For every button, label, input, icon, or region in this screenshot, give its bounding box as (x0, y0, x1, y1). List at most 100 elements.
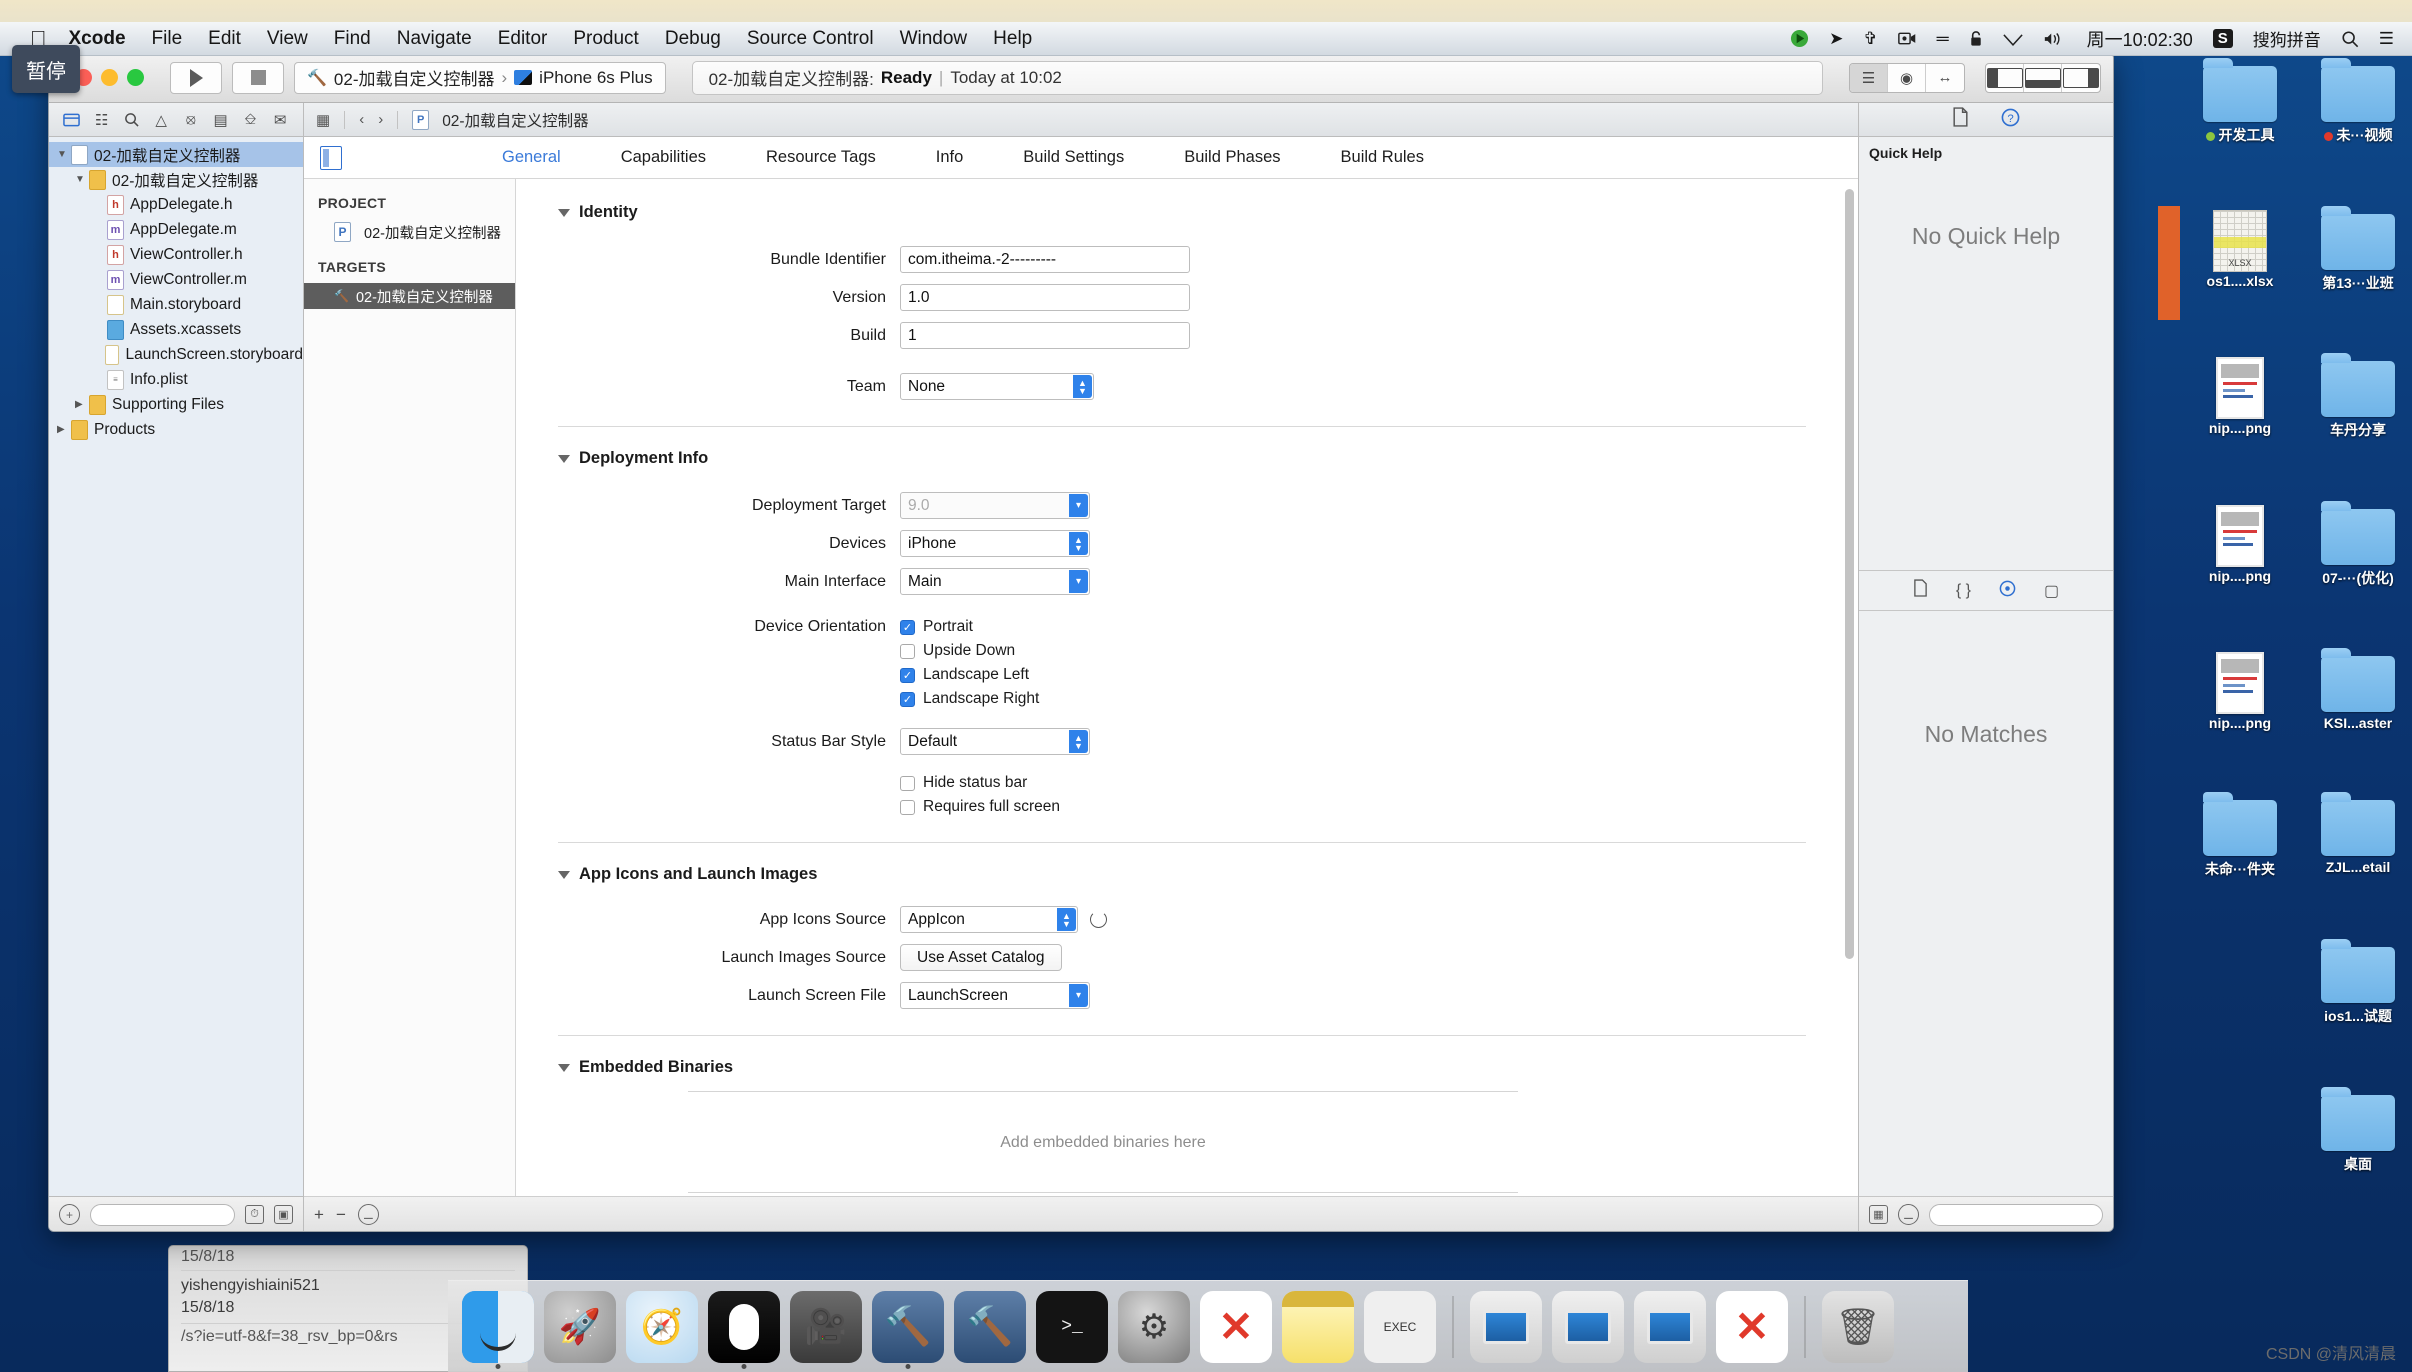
add-target-button[interactable]: + (314, 1205, 324, 1225)
tab-build-settings[interactable]: Build Settings (993, 148, 1154, 167)
desktop-icon[interactable]: 第13···业班 (2302, 205, 2412, 350)
project-file-tree[interactable]: ▼ 02-加载自定义控制器 ▼ 02-加载自定义控制器 h AppDelegate.h m A… (49, 137, 303, 1196)
desktop-icon[interactable]: 桌面 (2302, 1086, 2412, 1231)
menu-item-editor[interactable]: Editor (498, 28, 548, 50)
dock-item-close[interactable]: ✕ (1716, 1290, 1788, 1363)
menu-item-debug[interactable]: Debug (665, 28, 721, 50)
menubar-clock[interactable]: 周一10:02:30 (2087, 26, 2193, 52)
menu-item-find[interactable]: Find (334, 28, 371, 50)
standard-editor-icon[interactable]: ☰ (1850, 63, 1888, 92)
desktop-icon[interactable]: 07-···(优化) (2302, 500, 2412, 645)
hide-status-bar-checkbox[interactable] (900, 775, 915, 791)
menu-item-window[interactable]: Window (900, 28, 968, 50)
tab-resource-tags[interactable]: Resource Tags (736, 148, 906, 167)
quick-help-icon[interactable]: ? (2001, 108, 2020, 132)
disclosure-triangle-icon[interactable] (558, 1063, 570, 1072)
issue-navigator-icon[interactable]: △ (149, 109, 173, 131)
orientation-landscape-right-checkbox[interactable]: ✓ (900, 691, 915, 707)
file-tree-row[interactable]: m ViewController.m (49, 267, 303, 292)
dock-item-safari[interactable]: 🧭 (626, 1290, 698, 1363)
list-icon[interactable]: ☰ (2379, 29, 2394, 49)
dock-item-terminal[interactable]: >_ (1036, 1290, 1108, 1363)
section-identity-header[interactable]: Identity (558, 203, 1814, 222)
dock-item-mouse[interactable] (708, 1290, 780, 1369)
code-snippet-library-icon[interactable]: { } (1956, 582, 1971, 600)
file-tree-row[interactable]: ▼ 02-加载自定义控制器 (49, 142, 303, 167)
search-icon[interactable] (2341, 30, 2359, 48)
team-select[interactable]: None ▲ ▼ (900, 373, 1094, 400)
desktop-icon[interactable]: XLSX os1....xlsx (2184, 209, 2296, 350)
scheme-selector[interactable]: 🔨 02-加载自定义控制器 › iPhone 6s Plus (294, 61, 666, 94)
launch-screen-file-select[interactable]: LaunchScreen ▾ (900, 982, 1090, 1009)
file-template-library-icon[interactable] (1913, 579, 1928, 602)
disclosure-triangle-icon[interactable] (558, 208, 570, 217)
file-inspector-icon[interactable] (1952, 107, 1969, 132)
add-icon[interactable]: + (59, 1204, 80, 1225)
chevron-down-icon[interactable]: ▾ (1069, 984, 1088, 1007)
input-method-badge[interactable]: S (2212, 29, 2233, 48)
toggle-navigator-icon[interactable] (1986, 63, 2024, 92)
dock-item-trash[interactable]: 🗑 (1822, 1290, 1894, 1363)
requires-full-screen-checkbox[interactable] (900, 799, 915, 815)
devices-select[interactable]: iPhone ▲ ▼ (900, 530, 1090, 557)
version-editor-icon[interactable]: ↔ (1926, 64, 1964, 92)
file-tree-row[interactable]: ▼ 02-加载自定义控制器 (49, 167, 303, 192)
target-list-item[interactable]: 🔨 02-加载自定义控制器 (304, 283, 515, 309)
breakpoint-navigator-icon[interactable]: ⎒ (238, 109, 262, 131)
navigator-filter-input[interactable] (90, 1203, 235, 1226)
remove-target-button[interactable]: − (336, 1205, 346, 1225)
screen-record-icon[interactable] (1897, 31, 1917, 46)
menu-item-view[interactable]: View (267, 28, 308, 50)
orientation-portrait-checkbox[interactable]: ✓ (900, 619, 915, 635)
minimize-button[interactable] (101, 69, 118, 86)
object-library-icon[interactable] (1999, 580, 2016, 602)
lock-icon[interactable] (1969, 30, 1983, 47)
dock-item-notes[interactable] (1282, 1290, 1354, 1363)
sound-meter-icon[interactable]: ═ (1937, 29, 1949, 49)
find-navigator-icon[interactable] (119, 109, 143, 131)
menu-item-navigate[interactable]: Navigate (397, 28, 472, 50)
grid-view-icon[interactable]: ▦ (1869, 1205, 1888, 1224)
desktop-icon[interactable]: nip....png (2184, 504, 2296, 645)
use-asset-catalog-button[interactable]: Use Asset Catalog (900, 944, 1062, 971)
project-navigator-icon[interactable] (60, 109, 84, 131)
desktop-icon[interactable]: KSI...aster (2302, 648, 2412, 788)
dock-item-imovie[interactable]: 🎥 (790, 1290, 862, 1363)
stepper-icon[interactable]: ▲ ▼ (1069, 532, 1088, 555)
test-navigator-icon[interactable]: ⦻ (179, 109, 203, 131)
toggle-debug-icon[interactable] (2024, 63, 2062, 92)
tab-capabilities[interactable]: Capabilities (591, 148, 736, 167)
desktop-icon[interactable]: ZJL...etail (2302, 791, 2412, 936)
run-button[interactable] (170, 61, 222, 94)
embedded-binaries-dropzone[interactable]: Add embedded binaries here (688, 1091, 1814, 1193)
orientation-landscape-left-checkbox[interactable]: ✓ (900, 667, 915, 683)
stepper-icon[interactable]: ▲ ▼ (1073, 375, 1092, 398)
dock-item-launchpad[interactable]: 🚀 (544, 1290, 616, 1363)
file-tree-row[interactable]: h ViewController.h (49, 242, 303, 267)
chevron-right-icon[interactable]: › (378, 111, 383, 128)
desktop-icon[interactable]: nip....png (2184, 652, 2296, 788)
deployment-target-select[interactable]: 9.0 ▾ (900, 492, 1090, 519)
filter-icon[interactable]: ⚊ (1898, 1204, 1919, 1225)
form-scrollbar[interactable] (1845, 189, 1854, 959)
file-tree-row[interactable]: ≡ Info.plist (49, 367, 303, 392)
desktop-icon[interactable]: 车丹分享 (2302, 353, 2412, 497)
zoom-button[interactable] (127, 69, 144, 86)
menu-item-edit[interactable]: Edit (208, 28, 241, 50)
file-tree-row[interactable]: m AppDelegate.m (49, 217, 303, 242)
volume-icon[interactable] (2043, 31, 2065, 47)
symbol-navigator-icon[interactable]: ☷ (90, 109, 114, 131)
disclosure-triangle-icon[interactable]: ▶ (75, 399, 89, 410)
stepper-icon[interactable]: ▲ ▼ (1057, 908, 1076, 931)
desktop-icon[interactable]: ios1...试题 (2302, 939, 2412, 1083)
chevron-down-icon[interactable]: ▾ (1069, 570, 1088, 593)
chevron-down-icon[interactable]: ▾ (1069, 494, 1088, 517)
disclosure-triangle-icon[interactable] (558, 870, 570, 879)
dock-item-screen-2[interactable] (1552, 1290, 1624, 1363)
media-library-icon[interactable]: ▢ (2044, 581, 2059, 601)
file-tree-row[interactable]: LaunchScreen.storyboard (49, 342, 303, 367)
panel-toggle-segment[interactable] (1985, 62, 2101, 93)
file-tree-row[interactable]: h AppDelegate.h (49, 192, 303, 217)
app-icons-source-select[interactable]: AppIcon ▲ ▼ (900, 906, 1078, 933)
dock-item-system-preferences[interactable]: ⚙ (1118, 1290, 1190, 1363)
